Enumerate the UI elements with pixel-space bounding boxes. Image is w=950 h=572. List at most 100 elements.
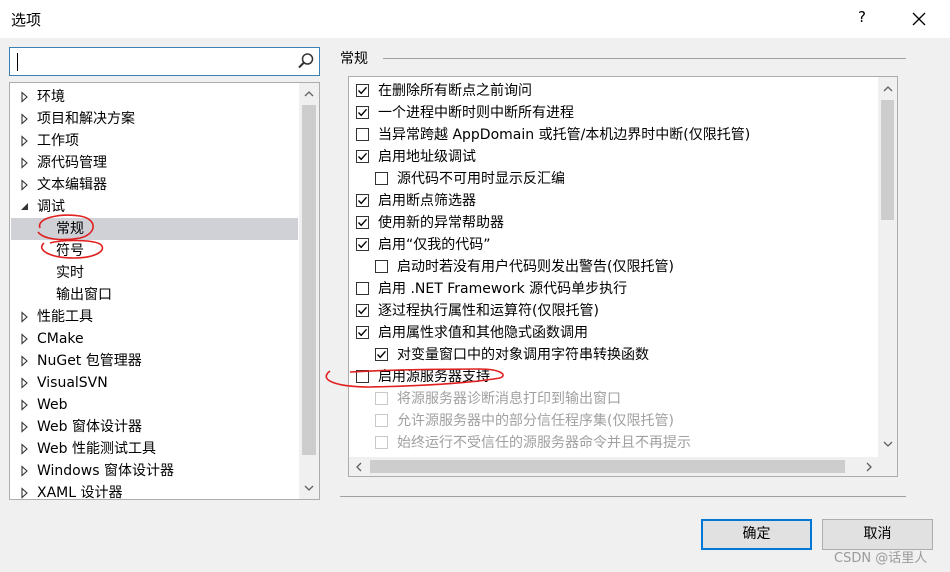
checkbox-checked[interactable] — [375, 348, 388, 361]
title-bar — [0, 0, 950, 38]
checkbox-checked[interactable] — [356, 326, 369, 339]
tree-item[interactable]: 工作项 — [11, 130, 298, 152]
checkbox-checked[interactable] — [356, 216, 369, 229]
option-label: 启动时若没有用户代码则发出警告(仅限托管) — [397, 259, 674, 275]
tree-item[interactable]: Web 窗体设计器 — [11, 416, 298, 438]
checkbox-checked[interactable] — [356, 304, 369, 317]
checkbox-checked[interactable] — [356, 106, 369, 119]
search-input[interactable] — [14, 51, 288, 73]
tree-item-label: XAML 设计器 — [37, 485, 123, 500]
checkbox-checked[interactable] — [356, 194, 369, 207]
checkbox[interactable] — [375, 260, 388, 273]
tree-item[interactable]: 调试 — [11, 196, 298, 218]
scroll-down-icon[interactable] — [878, 435, 897, 453]
options-vscroll-thumb[interactable] — [881, 100, 894, 220]
checkbox — [375, 414, 388, 427]
checkbox[interactable] — [356, 282, 369, 295]
checkbox[interactable] — [375, 172, 388, 185]
close-button[interactable] — [904, 4, 934, 34]
tree-item[interactable]: Windows 窗体设计器 — [11, 460, 298, 482]
collapsed-triangle-icon[interactable] — [20, 130, 30, 152]
cancel-button[interactable]: 取消 — [822, 519, 933, 550]
tree-item-label: VisualSVN — [37, 375, 108, 391]
tree-item-label: 性能工具 — [37, 309, 93, 325]
scroll-up-icon[interactable] — [878, 80, 897, 98]
options-hscroll-thumb[interactable] — [370, 460, 845, 473]
tree-item-label: 工作项 — [37, 133, 79, 149]
tree-item-label: 输出窗口 — [56, 287, 112, 303]
tree-item[interactable]: 项目和解决方案 — [11, 108, 298, 130]
collapsed-triangle-icon[interactable] — [20, 108, 30, 130]
bottom-divider — [340, 496, 906, 497]
scroll-corner — [878, 457, 897, 476]
expanded-triangle-icon[interactable] — [20, 196, 30, 218]
option-label: 对变量窗口中的对象调用字符串转换函数 — [397, 347, 649, 363]
option-label: 允许源服务器中的部分信任程序集(仅限托管) — [397, 413, 674, 429]
collapsed-triangle-icon[interactable] — [20, 394, 30, 416]
tree-item-label: 符号 — [56, 243, 84, 259]
scroll-up-icon[interactable] — [299, 85, 319, 103]
scroll-down-icon[interactable] — [299, 479, 319, 497]
option-label: 一个进程中断时则中断所有进程 — [378, 105, 574, 121]
tree-item[interactable]: 实时 — [11, 262, 298, 284]
tree-item-label: 源代码管理 — [37, 155, 107, 171]
tree-item[interactable]: 源代码管理 — [11, 152, 298, 174]
checkmark-icon — [357, 218, 368, 227]
collapsed-triangle-icon[interactable] — [20, 460, 30, 482]
checkmark-icon — [357, 196, 368, 205]
scroll-left-icon[interactable] — [349, 457, 368, 476]
collapsed-triangle-icon[interactable] — [20, 438, 30, 460]
tree-item[interactable]: 符号 — [11, 240, 298, 262]
option-label: 在删除所有断点之前询问 — [378, 83, 532, 99]
checkbox-checked[interactable] — [356, 150, 369, 163]
option-label: 启用“仅我的代码” — [378, 237, 491, 253]
collapsed-triangle-icon[interactable] — [20, 86, 30, 108]
tree-item[interactable]: XAML 设计器 — [11, 482, 298, 500]
tree-item[interactable]: 文本编辑器 — [11, 174, 298, 196]
tree-item[interactable]: 常规 — [11, 218, 298, 240]
checkbox-checked[interactable] — [356, 238, 369, 251]
checkbox-checked[interactable] — [356, 84, 369, 97]
tree-scroll-thumb[interactable] — [302, 105, 316, 455]
tree-item-label: 实时 — [56, 265, 84, 281]
collapsed-triangle-icon[interactable] — [20, 174, 30, 196]
checkmark-icon — [357, 306, 368, 315]
search-icon[interactable] — [296, 51, 316, 71]
checkbox[interactable] — [356, 370, 369, 383]
tree-item-label: 常规 — [56, 221, 84, 237]
tree-item[interactable]: CMake — [11, 328, 298, 350]
tree-item[interactable]: Web 性能测试工具 — [11, 438, 298, 460]
collapsed-triangle-icon[interactable] — [20, 372, 30, 394]
collapsed-triangle-icon[interactable] — [20, 482, 30, 500]
checkmark-icon — [376, 350, 387, 359]
checkmark-icon — [357, 86, 368, 95]
tree-item[interactable]: 环境 — [11, 86, 298, 108]
options-hscrollbar[interactable] — [349, 457, 878, 476]
collapsed-triangle-icon[interactable] — [20, 416, 30, 438]
help-button[interactable]: ? — [852, 8, 872, 30]
section-title: 常规 — [340, 51, 368, 67]
tree-item-label: 文本编辑器 — [37, 177, 107, 193]
collapsed-triangle-icon[interactable] — [20, 152, 30, 174]
tree-item[interactable]: 性能工具 — [11, 306, 298, 328]
scroll-right-icon[interactable] — [859, 457, 878, 476]
tree-item[interactable]: VisualSVN — [11, 372, 298, 394]
collapsed-triangle-icon[interactable] — [20, 328, 30, 350]
collapsed-triangle-icon[interactable] — [20, 350, 30, 372]
search-box[interactable] — [9, 47, 320, 76]
ok-button[interactable]: 确定 — [701, 519, 812, 550]
options-tree[interactable]: 环境项目和解决方案 工作项源代码管理文本编辑器调试常规符号实时输出窗口性能工具 CM… — [9, 82, 320, 500]
checkmark-icon — [357, 152, 368, 161]
collapsed-triangle-icon[interactable] — [20, 306, 30, 328]
tree-item[interactable]: NuGet 包管理器 — [11, 350, 298, 372]
checkbox[interactable] — [356, 128, 369, 141]
tree-scrollbar[interactable] — [299, 83, 319, 499]
options-list[interactable]: 在删除所有断点之前询问 一个进程中断时则中断所有进程 当异常跨越 AppDomain… — [348, 76, 898, 477]
tree-item-label: Web — [37, 397, 68, 413]
option-label: 始终运行不受信任的源服务器命令并且不再提示 — [397, 435, 691, 451]
tree-item-label: 项目和解决方案 — [37, 111, 135, 127]
tree-item[interactable]: 输出窗口 — [11, 284, 298, 306]
options-vscrollbar[interactable] — [878, 77, 897, 457]
tree-item[interactable]: Web — [11, 394, 298, 416]
option-label: 将源服务器诊断消息打印到输出窗口 — [397, 391, 621, 407]
